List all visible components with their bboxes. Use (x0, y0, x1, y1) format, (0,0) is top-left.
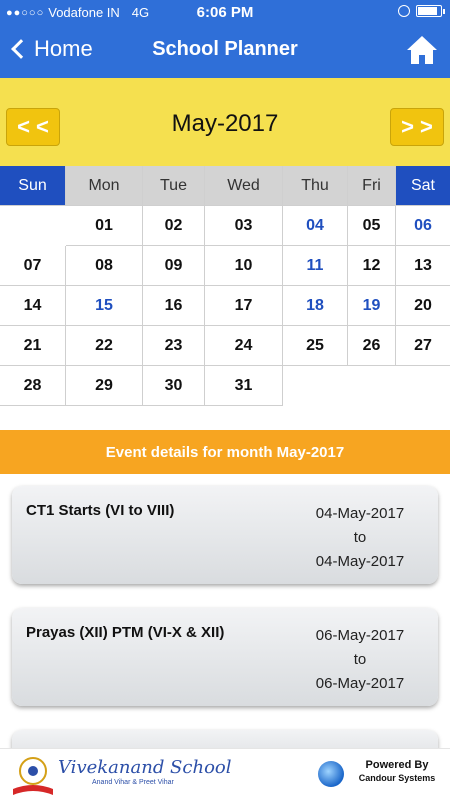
event-start-date: 06-May-2017 (315, 627, 405, 644)
calendar-day[interactable]: 18 (283, 286, 348, 326)
calendar-empty-cell (0, 206, 66, 246)
calendar-weeks: 01 02 03 04 05 06 07 08 09 10 11 12 13 14 15 16 17 18 19 20… (0, 206, 450, 406)
calendar-week-row: 14 15 16 17 18 19 20 (0, 286, 450, 326)
calendar-empty-cell (283, 366, 348, 406)
calendar-day[interactable]: 16 (143, 286, 205, 326)
status-time: 6:06 PM (196, 4, 254, 21)
calendar-day[interactable]: 27 (396, 326, 450, 366)
month-selector: < < May-2017 > > (0, 78, 450, 166)
event-dates: 06-May-2017 to 06-May-2017 (300, 624, 420, 696)
calendar-day[interactable]: 03 (205, 206, 283, 246)
calendar-day[interactable]: 13 (396, 246, 450, 286)
event-date-separator: to (353, 529, 367, 546)
event-title: Prayas (XII) PTM (VI-X & XII) (26, 624, 225, 641)
calendar-grid: Sun Mon Tue Wed Thu Fri Sat 01 02 03 04 05 06… (0, 166, 450, 406)
calendar-week-row: 21 22 23 24 25 26 27 (0, 326, 450, 366)
event-title: CT1 Starts (VI to VIII) (26, 502, 175, 519)
calendar-day[interactable]: 09 (143, 246, 205, 286)
calendar-day[interactable]: 31 (205, 366, 283, 406)
event-end-date: 04-May-2017 (315, 553, 405, 570)
calendar-day[interactable]: 11 (283, 246, 348, 286)
calendar-day[interactable]: 07 (0, 246, 66, 286)
calendar-day[interactable]: 06 (396, 206, 450, 246)
event-card-2[interactable]: Prayas (XII) PTM (VI-X & XII) 06-May-201… (12, 608, 438, 706)
calendar-day[interactable]: 12 (348, 246, 396, 286)
calendar-day[interactable]: 14 (0, 286, 66, 326)
weekday-sun: Sun (0, 166, 66, 206)
calendar-day[interactable]: 28 (0, 366, 66, 406)
calendar-empty-cell (348, 366, 396, 406)
weekday-sat: Sat (396, 166, 450, 206)
weekday-wed: Wed (205, 166, 283, 206)
calendar-day[interactable]: 17 (205, 286, 283, 326)
calendar-day[interactable]: 05 (348, 206, 396, 246)
calendar-day[interactable]: 04 (283, 206, 348, 246)
calendar-week-row: 28 29 30 31 (0, 366, 450, 406)
home-icon[interactable] (406, 34, 438, 66)
calendar-day[interactable]: 02 (143, 206, 205, 246)
company-name: Candour Systems (358, 773, 436, 783)
next-month-button[interactable]: > > (390, 108, 444, 146)
calendar-day[interactable]: 22 (66, 326, 143, 366)
school-subtitle: Anand Vihar & Preet Vihar (92, 779, 174, 786)
calendar-day[interactable]: 24 (205, 326, 283, 366)
calendar-day[interactable]: 21 (0, 326, 66, 366)
event-dates: 04-May-2017 to 04-May-2017 (300, 502, 420, 574)
calendar-day[interactable]: 08 (66, 246, 143, 286)
calendar-day[interactable]: 20 (396, 286, 450, 326)
powered-by-label: Powered By (365, 759, 429, 771)
powered-by: Powered By Candour Systems (352, 759, 442, 783)
calendar-day[interactable]: 30 (143, 366, 205, 406)
battery-icon (416, 5, 445, 17)
event-end-date: 06-May-2017 (315, 675, 405, 692)
weekday-thu: Thu (283, 166, 348, 206)
alarm-icon (398, 5, 410, 17)
calendar-day[interactable]: 01 (66, 206, 143, 246)
calendar-week-row: 01 02 03 04 05 06 (0, 206, 450, 246)
calendar-day[interactable]: 23 (143, 326, 205, 366)
event-date-separator: to (353, 651, 367, 668)
footer-branding: Vivekanand School Anand Vihar & Preet Vi… (0, 748, 450, 800)
calendar-day[interactable]: 29 (66, 366, 143, 406)
weekday-mon: Mon (66, 166, 143, 206)
page-title: School Planner (152, 38, 298, 60)
event-start-date: 04-May-2017 (315, 505, 405, 522)
calendar-week-row: 07 08 09 10 11 12 13 (0, 246, 450, 286)
school-logo-icon (13, 757, 53, 795)
navigation-bar: ●●○○○ Vodafone IN 4G 6:06 PM Home School… (0, 0, 450, 78)
events-heading: Event details for month May-2017 (0, 430, 450, 474)
candour-logo-icon (318, 761, 344, 787)
calendar-day[interactable]: 25 (283, 326, 348, 366)
calendar-day[interactable]: 10 (205, 246, 283, 286)
school-name: Vivekanand School (58, 757, 232, 778)
event-card-1[interactable]: CT1 Starts (VI to VIII) 04-May-2017 to 0… (12, 486, 438, 584)
weekday-fri: Fri (348, 166, 396, 206)
current-month-label: May-2017 (171, 110, 279, 137)
calendar-empty-cell (396, 366, 450, 406)
weekday-tue: Tue (143, 166, 205, 206)
status-bar: ●●○○○ Vodafone IN 4G 6:06 PM (0, 0, 450, 26)
weekday-header-row: Sun Mon Tue Wed Thu Fri Sat (0, 166, 450, 206)
calendar-day[interactable]: 26 (348, 326, 396, 366)
calendar-day[interactable]: 19 (348, 286, 396, 326)
calendar-day[interactable]: 15 (66, 286, 143, 326)
